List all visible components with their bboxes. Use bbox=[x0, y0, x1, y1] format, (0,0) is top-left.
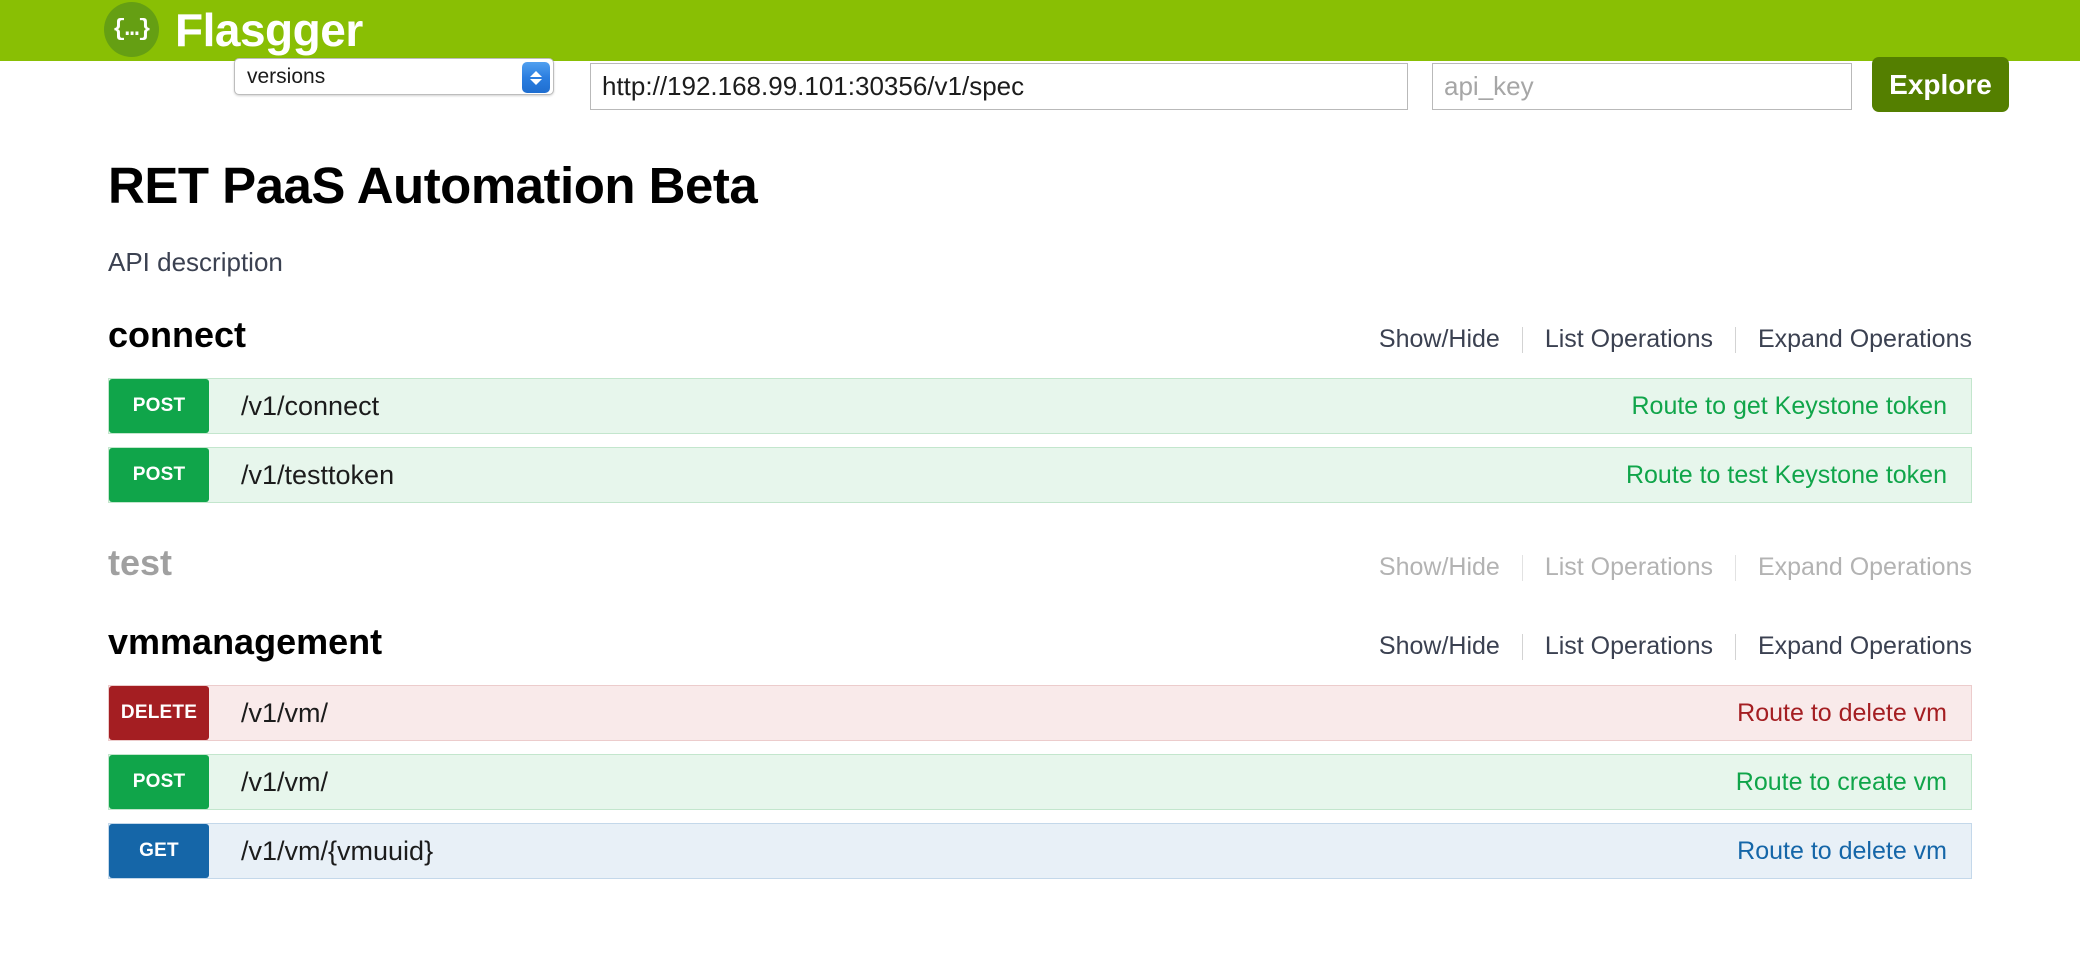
api-description: API description bbox=[108, 247, 283, 277]
method-badge: GET bbox=[109, 824, 209, 878]
method-badge: DELETE bbox=[109, 686, 209, 740]
page-title: RET PaaS Automation Beta bbox=[108, 157, 758, 214]
operation-description: Route to delete vm bbox=[1737, 836, 1947, 865]
resource-name: connect bbox=[108, 314, 247, 355]
resource-connect: connect Show/Hide List Operations Expand… bbox=[108, 317, 1972, 503]
list-operations-link[interactable]: List Operations bbox=[1523, 553, 1735, 582]
operation-row[interactable]: POST /v1/vm/ Route to create vm bbox=[108, 754, 1972, 810]
operation-path: /v1/vm/ bbox=[241, 697, 329, 728]
operation-description: Route to create vm bbox=[1735, 767, 1947, 796]
show-hide-link[interactable]: Show/Hide bbox=[1357, 553, 1522, 582]
show-hide-link[interactable]: Show/Hide bbox=[1357, 632, 1522, 661]
expand-operations-link[interactable]: Expand Operations bbox=[1736, 553, 1972, 582]
operation-description: Route to get Keystone token bbox=[1631, 391, 1948, 420]
method-badge: POST bbox=[109, 448, 209, 502]
list-operations-link[interactable]: List Operations bbox=[1523, 632, 1735, 661]
resource-test: test Show/Hide List Operations Expand Op… bbox=[108, 545, 1972, 593]
resource-vmmanagement: vmmanagement Show/Hide List Operations E… bbox=[108, 624, 1972, 879]
expand-operations-link[interactable]: Expand Operations bbox=[1736, 325, 1972, 354]
method-badge: POST bbox=[109, 755, 209, 809]
operation-path: /v1/vm/ bbox=[241, 766, 329, 797]
app-header: {…} Flasgger bbox=[0, 0, 2080, 61]
resource-links: Show/Hide List Operations Expand Operati… bbox=[1357, 632, 1972, 661]
operation-description: Route to test Keystone token bbox=[1625, 460, 1947, 489]
brand-title: Flasgger bbox=[175, 3, 363, 56]
operation-path: /v1/connect bbox=[241, 390, 380, 421]
list-operations-link[interactable]: List Operations bbox=[1523, 325, 1735, 354]
resource-name: test bbox=[108, 542, 173, 583]
resource-links: Show/Hide List Operations Expand Operati… bbox=[1357, 325, 1972, 354]
operation-row[interactable]: DELETE /v1/vm/ Route to delete vm bbox=[108, 685, 1972, 741]
show-hide-link[interactable]: Show/Hide bbox=[1357, 325, 1522, 354]
resource-links: Show/Hide List Operations Expand Operati… bbox=[1357, 553, 1972, 582]
operation-row[interactable]: POST /v1/connect Route to get Keystone t… bbox=[108, 378, 1972, 434]
operation-description: Route to delete vm bbox=[1737, 698, 1947, 727]
resource-header: test Show/Hide List Operations Expand Op… bbox=[108, 545, 1972, 593]
brand: {…} Flasgger bbox=[104, 2, 363, 57]
flasgger-logo-icon: {…} bbox=[104, 2, 159, 57]
braces-icon: {…} bbox=[112, 16, 151, 42]
operation-row[interactable]: POST /v1/testtoken Route to test Keyston… bbox=[108, 447, 1972, 503]
method-badge: POST bbox=[109, 379, 209, 433]
resource-header: vmmanagement Show/Hide List Operations E… bbox=[108, 624, 1972, 672]
operation-row[interactable]: GET /v1/vm/{vmuuid} Route to delete vm bbox=[108, 823, 1972, 879]
main-content: RET PaaS Automation Beta API description… bbox=[0, 61, 2080, 879]
expand-operations-link[interactable]: Expand Operations bbox=[1736, 632, 1972, 661]
operation-path: /v1/testtoken bbox=[241, 459, 395, 490]
operation-path: /v1/vm/{vmuuid} bbox=[241, 835, 434, 866]
resource-name: vmmanagement bbox=[108, 621, 383, 662]
resource-header: connect Show/Hide List Operations Expand… bbox=[108, 317, 1972, 365]
